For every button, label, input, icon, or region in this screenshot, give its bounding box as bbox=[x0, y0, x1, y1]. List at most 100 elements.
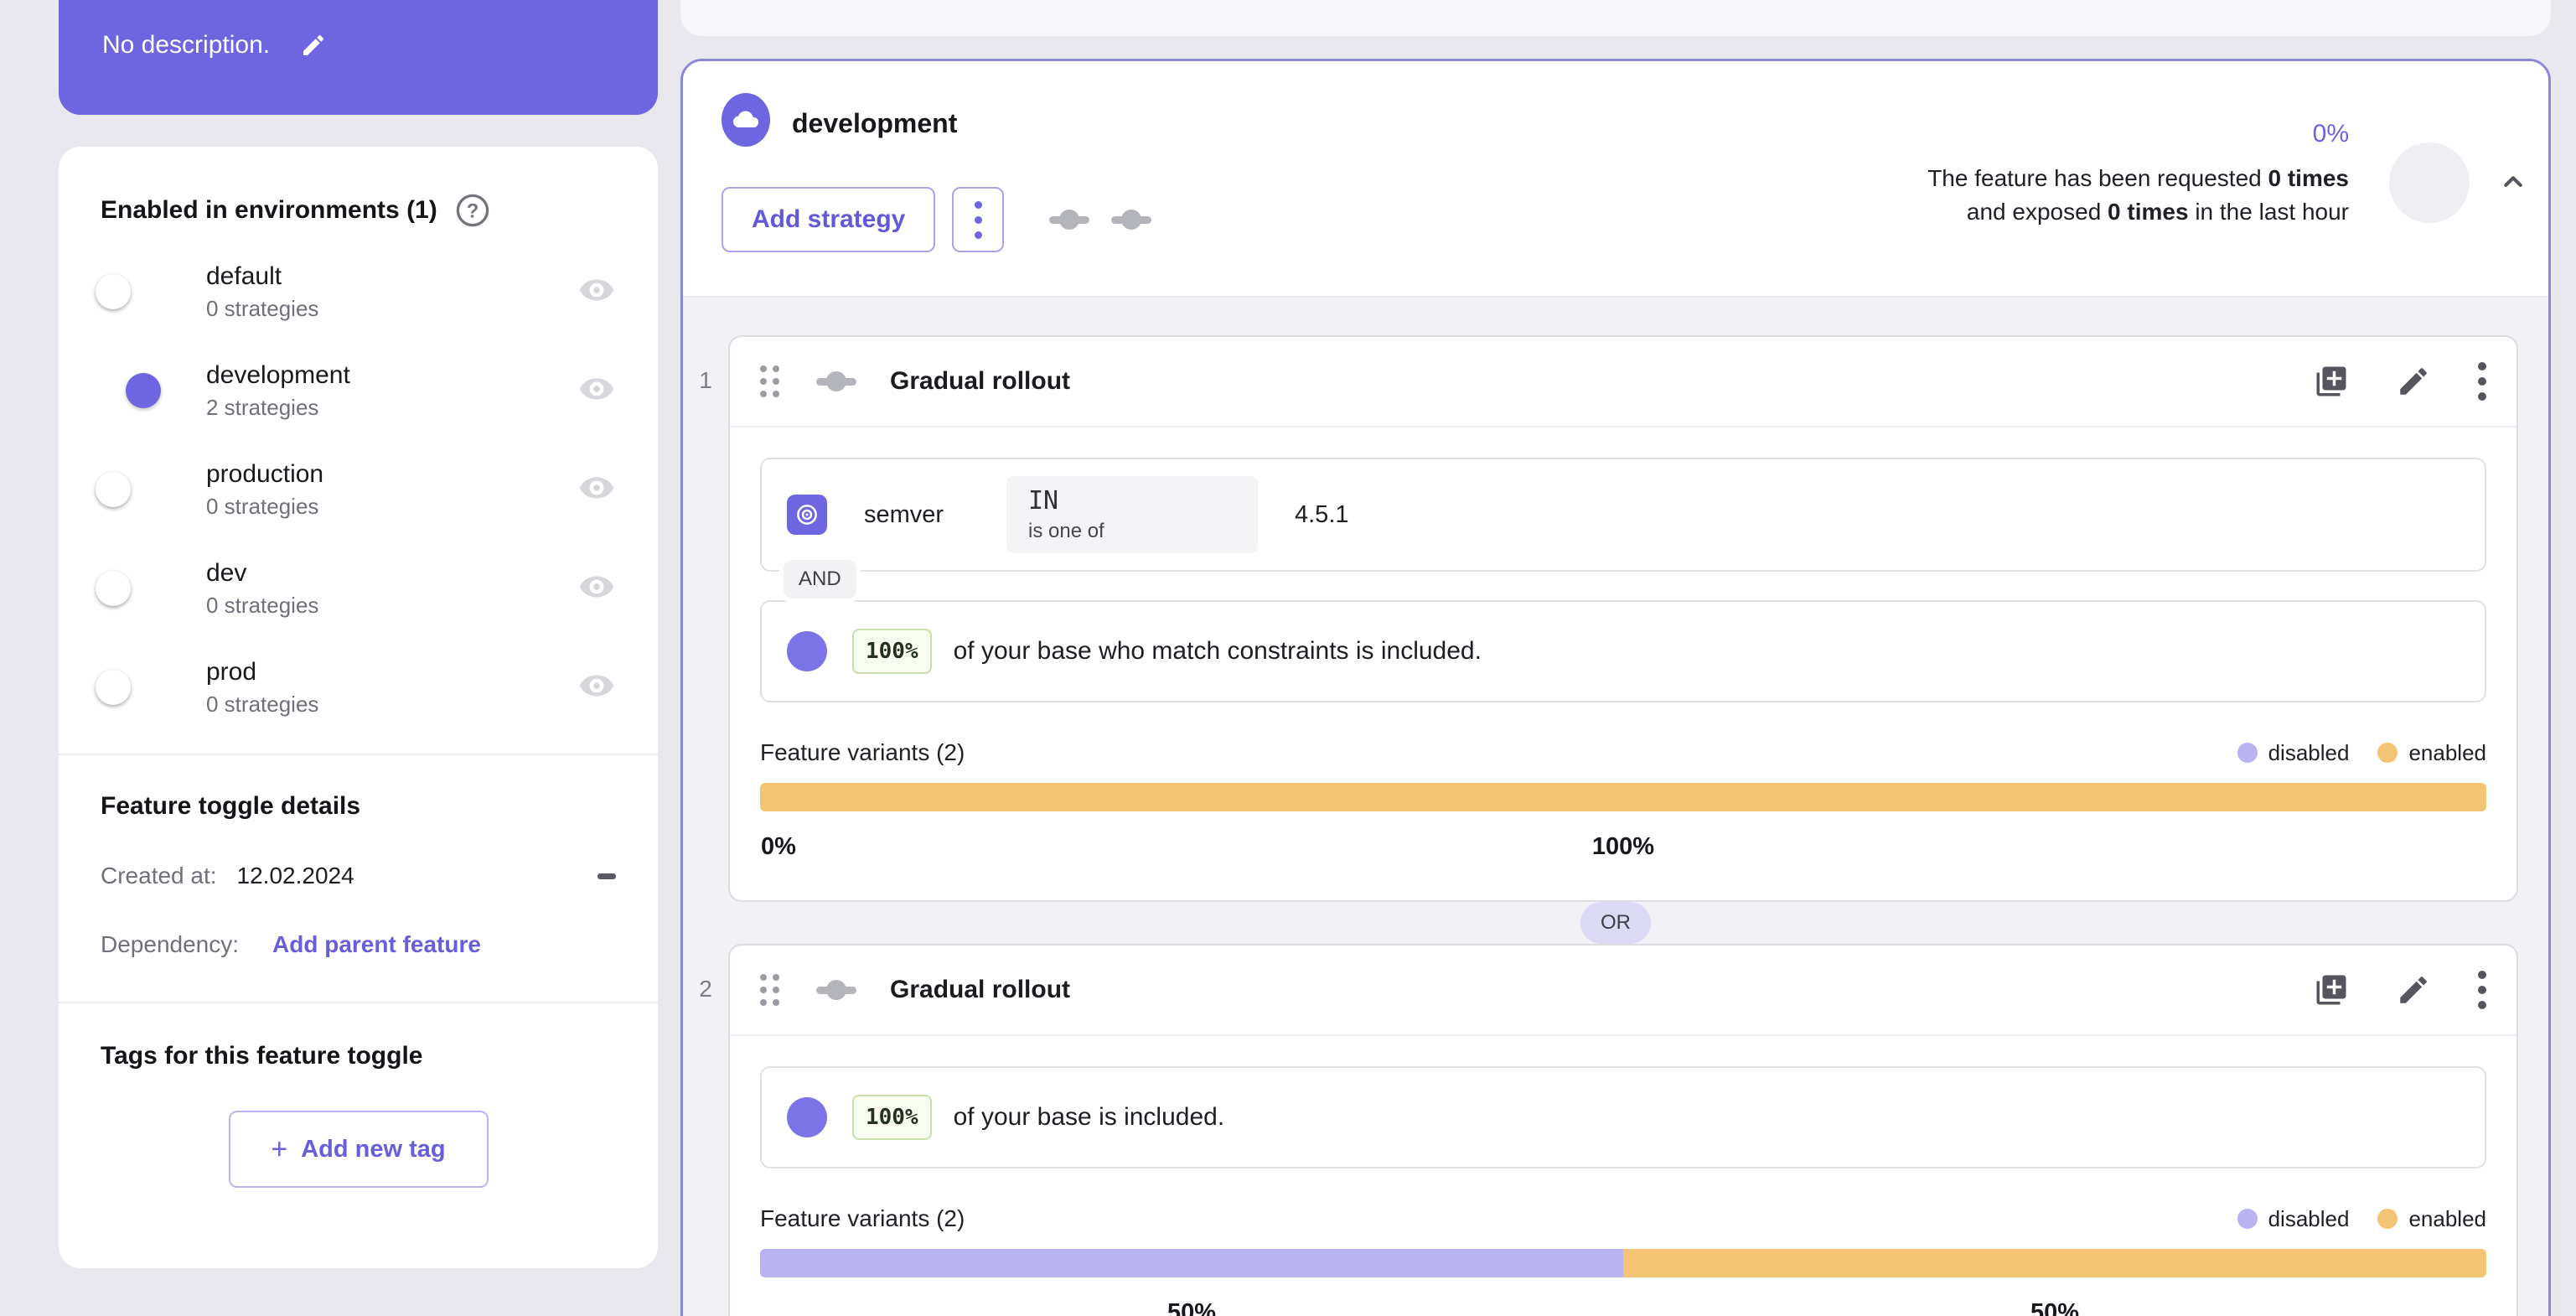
rollout-percent-chip: 100% bbox=[852, 629, 932, 674]
eye-icon[interactable] bbox=[577, 567, 616, 610]
strategy-number: 2 bbox=[699, 976, 712, 1002]
legend-dot-disabled bbox=[2237, 1209, 2258, 1229]
created-at-label: Created at: bbox=[101, 863, 217, 889]
variants-bar bbox=[760, 783, 2486, 811]
help-icon[interactable]: ? bbox=[454, 192, 491, 229]
copy-strategy-button[interactable] bbox=[2314, 364, 2349, 399]
environment-name: default bbox=[206, 262, 282, 290]
add-strategy-button[interactable]: Add strategy bbox=[722, 187, 936, 252]
chevron-up-icon bbox=[2504, 176, 2522, 188]
eye-icon[interactable] bbox=[577, 469, 616, 511]
environment-title: development bbox=[792, 108, 958, 138]
rollout-description: of your base is included. bbox=[953, 1103, 1225, 1131]
toggle-prod[interactable] bbox=[96, 670, 154, 705]
environment-strategy-count: 2 strategies bbox=[206, 394, 319, 420]
toggle-development[interactable] bbox=[101, 373, 161, 408]
strategy-number: 1 bbox=[699, 367, 712, 393]
cloud-environment-badge bbox=[722, 93, 770, 147]
environment-name: dev bbox=[206, 558, 247, 587]
variants-bar-labels: 0% 100% bbox=[760, 833, 2486, 867]
feature-details-section: Feature toggle details Created at: 12.02… bbox=[101, 755, 616, 958]
legend-dot-enabled bbox=[2377, 743, 2398, 763]
rollout-box: 100% of your base is included. bbox=[760, 1066, 2486, 1168]
constraint-value: 4.5.1 bbox=[1295, 500, 1349, 528]
environment-strategy-count: 0 strategies bbox=[206, 493, 319, 519]
drag-handle[interactable] bbox=[760, 365, 779, 397]
strategy-type-indicators bbox=[1049, 209, 1152, 231]
environment-row-production: production 0 strategies bbox=[96, 440, 616, 539]
variant-percent-label: 50% bbox=[1166, 1299, 1217, 1316]
variant-percent-label: 100% bbox=[1591, 833, 1655, 860]
constraint-operator: IN is one of bbox=[1006, 476, 1258, 553]
toggle-default[interactable] bbox=[96, 274, 154, 309]
variants-bar bbox=[760, 1249, 2486, 1277]
strategy-row-1: 1 Gradual rollout semver IN is one of 4.… bbox=[683, 335, 2548, 902]
drag-handle[interactable] bbox=[760, 974, 779, 1006]
variants-legend: disabled enabled bbox=[2237, 1206, 2486, 1232]
environment-name: development bbox=[206, 360, 350, 389]
operator-code: IN bbox=[1028, 486, 1059, 516]
operator-description: is one of bbox=[1028, 520, 1104, 542]
add-new-tag-button[interactable]: + Add new tag bbox=[228, 1111, 489, 1188]
exposure-donut-placeholder bbox=[2389, 142, 2470, 223]
toggle-production[interactable] bbox=[96, 472, 154, 507]
environment-strategy-count: 0 strategies bbox=[206, 691, 319, 717]
strategy-row-2: 2 Gradual rollout 100% of your base is i… bbox=[683, 944, 2548, 1316]
tags-title: Tags for this feature toggle bbox=[101, 1042, 423, 1070]
copy-strategy-button[interactable] bbox=[2314, 972, 2349, 1008]
rollout-strategy-icon bbox=[816, 370, 856, 392]
variant-percent-label: 50% bbox=[2030, 1299, 2080, 1316]
toggle-dev[interactable] bbox=[96, 571, 154, 606]
environment-row-development: development 2 strategies bbox=[101, 341, 616, 440]
eye-icon[interactable] bbox=[577, 370, 616, 412]
environment-name: production bbox=[206, 459, 324, 488]
and-chip: AND bbox=[784, 560, 856, 598]
edit-strategy-button[interactable] bbox=[2396, 364, 2431, 399]
variant-percent-label: 0% bbox=[761, 833, 796, 860]
environment-name: prod bbox=[206, 657, 257, 686]
variants-bar-labels: 50% 50% bbox=[760, 1299, 2486, 1316]
or-divider: OR bbox=[683, 902, 2548, 944]
environment-row-prod: prod 0 strategies bbox=[96, 638, 616, 737]
edit-description-icon[interactable] bbox=[300, 32, 327, 59]
description-card: No description. bbox=[59, 0, 658, 115]
environment-kebab-button[interactable] bbox=[952, 187, 1005, 252]
environments-card: Enabled in environments (1) ? default 0 s… bbox=[59, 147, 658, 1268]
minus-icon bbox=[597, 873, 616, 879]
tags-section: Tags for this feature toggle + Add new t… bbox=[101, 1003, 616, 1188]
legend-label: disabled bbox=[2268, 739, 2350, 765]
strategy-card: Gradual rollout 100% of your base is inc… bbox=[728, 944, 2518, 1316]
cloud-icon bbox=[733, 111, 759, 127]
svg-text:?: ? bbox=[466, 199, 478, 222]
previous-card-bottom bbox=[680, 0, 2551, 36]
strategy-card: Gradual rollout semver IN is one of 4.5.… bbox=[728, 335, 2518, 902]
add-parent-feature-link[interactable]: Add parent feature bbox=[272, 931, 481, 958]
metrics-line-1: The feature has been requested 0 times bbox=[1927, 165, 2349, 191]
strategy-title: Gradual rollout bbox=[890, 367, 1071, 395]
environment-row-default: default 0 strategies bbox=[96, 242, 616, 341]
strategy-kebab-button[interactable] bbox=[2478, 362, 2486, 401]
collapse-environment-button[interactable] bbox=[2495, 163, 2532, 200]
description-text: No description. bbox=[102, 30, 271, 59]
rollout-box: 100% of your base who match constraints … bbox=[760, 600, 2486, 702]
strategy-title: Gradual rollout bbox=[890, 976, 1071, 1003]
environments-list: default 0 strategies development 2 strateg… bbox=[96, 242, 616, 737]
environment-strategy-count: 0 strategies bbox=[206, 592, 319, 618]
legend-dot-enabled bbox=[2377, 1209, 2398, 1229]
constraint-icon bbox=[787, 495, 827, 535]
add-new-tag-label: Add new tag bbox=[301, 1135, 446, 1163]
environment-strategy-count: 0 strategies bbox=[206, 295, 319, 321]
eye-icon[interactable] bbox=[577, 271, 616, 313]
rollout-strategy-icon bbox=[1049, 209, 1090, 231]
variant-segment-enabled bbox=[1623, 1249, 2486, 1277]
rollout-percent-chip: 100% bbox=[852, 1095, 932, 1140]
feature-variants-label: Feature variants (2) bbox=[760, 739, 965, 765]
plus-icon: + bbox=[271, 1132, 288, 1165]
feature-details-title: Feature toggle details bbox=[101, 792, 361, 820]
or-chip: OR bbox=[1580, 902, 1651, 944]
eye-icon[interactable] bbox=[577, 666, 616, 709]
rollout-strategy-icon bbox=[816, 979, 856, 1001]
strategy-kebab-button[interactable] bbox=[2478, 971, 2486, 1009]
edit-strategy-button[interactable] bbox=[2396, 972, 2431, 1008]
rollout-description: of your base who match constraints is in… bbox=[953, 637, 1482, 665]
